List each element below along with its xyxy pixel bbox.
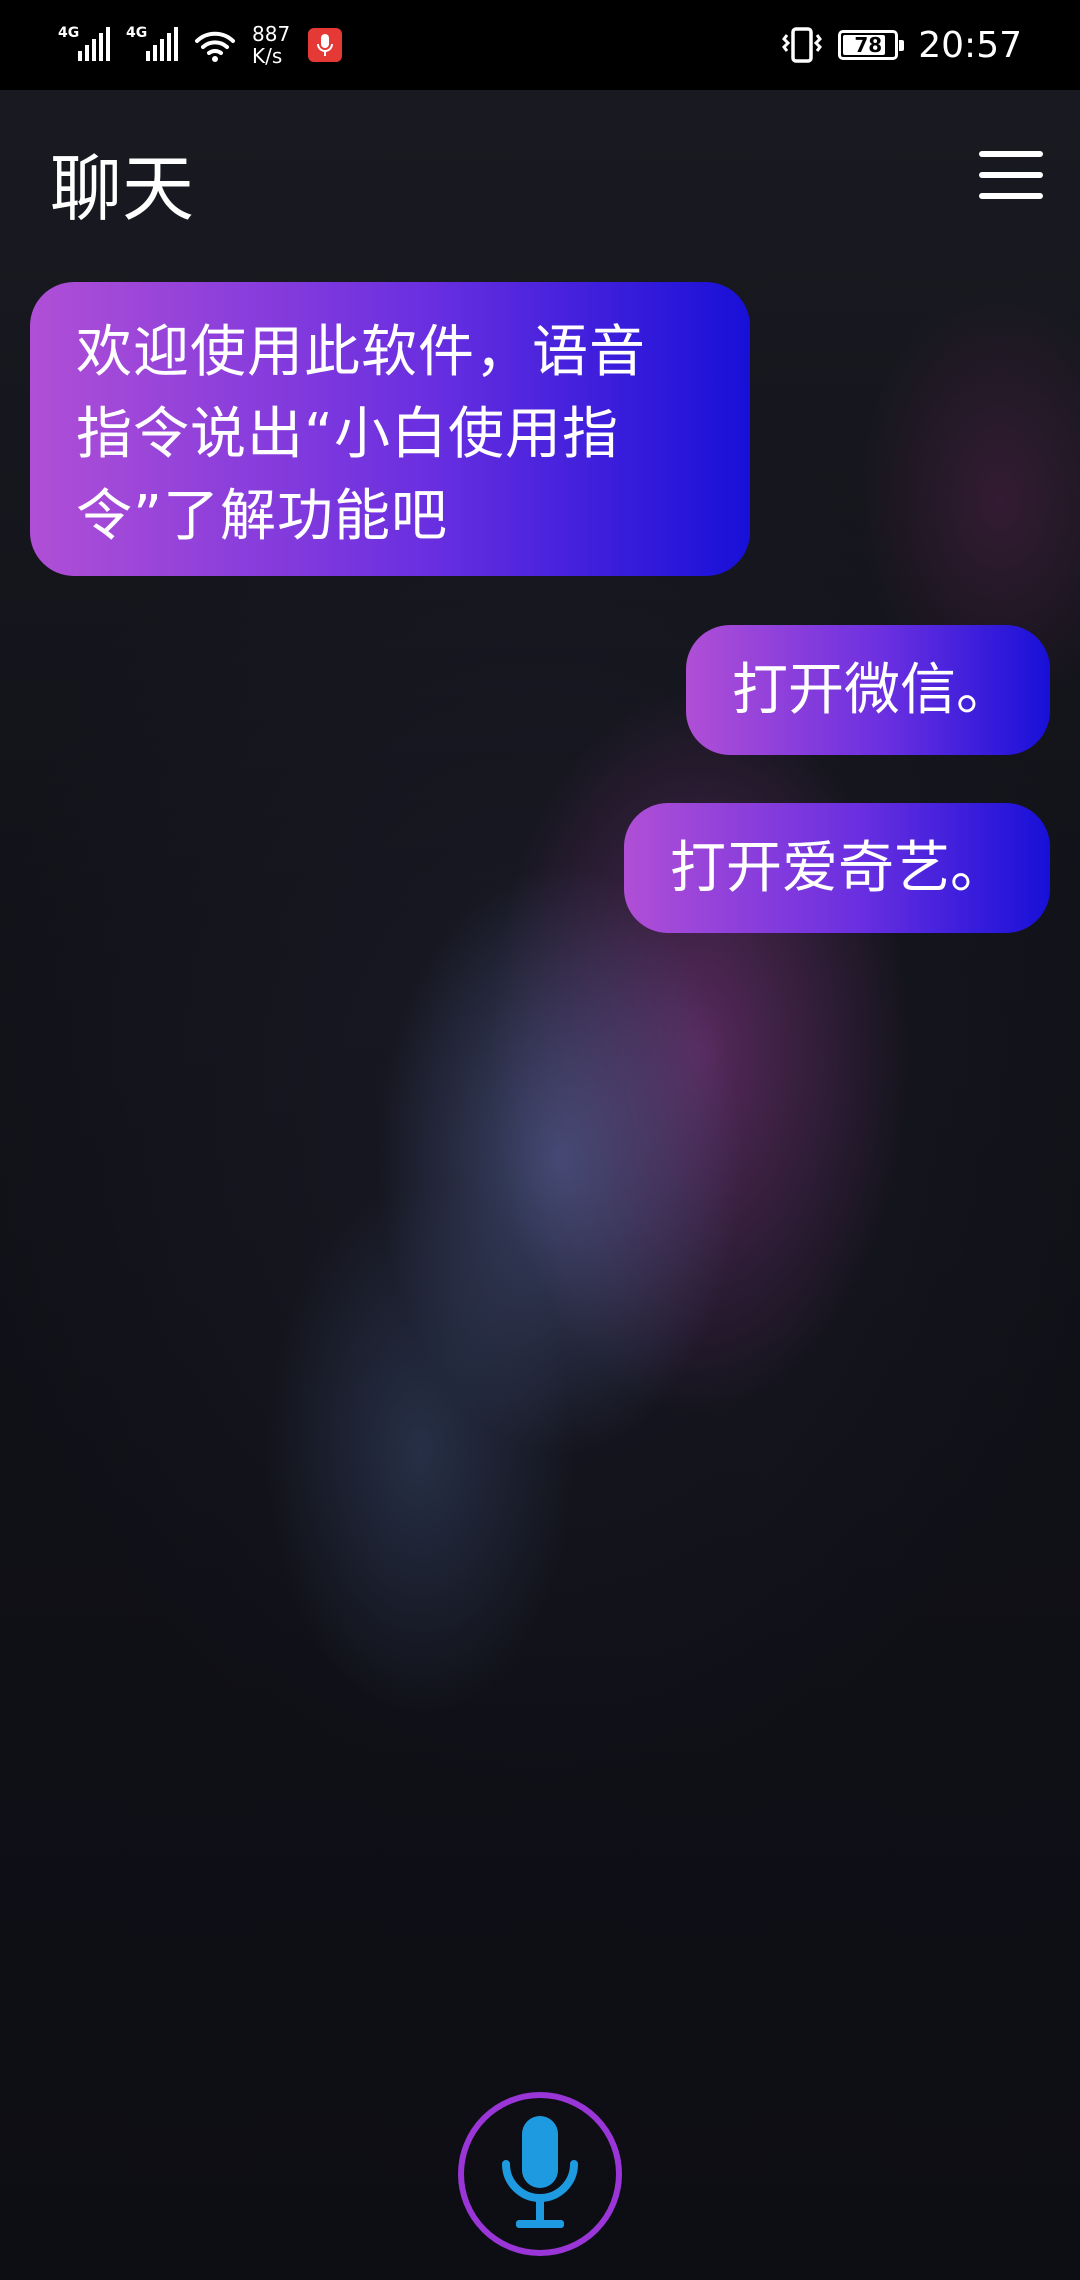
page-title: 聊天 (50, 147, 195, 231)
microphone-icon (502, 2116, 578, 2228)
mic-recording-icon (308, 28, 343, 62)
status-bar: 4G 4G 887 K/s 78 20:57 (0, 0, 1080, 90)
message-text-line: 令”了解功能吧 (76, 484, 449, 549)
user-message-bubble: 打开微信。 (686, 625, 1050, 755)
signal-icon: 4G (126, 25, 184, 65)
message-text-line: 指令说出“小白使用指 (76, 402, 620, 467)
message-text: 打开爱奇艺。 (670, 836, 1006, 901)
battery-level: 78 (854, 33, 883, 57)
status-right: 78 20:57 (780, 22, 1022, 68)
network-speed-unit: K/s (252, 44, 283, 68)
message-text: 打开微信。 (732, 658, 1012, 723)
assistant-message-bubble: 欢迎使用此软件，语音 指令说出“小白使用指 令”了解功能吧 (30, 282, 750, 576)
network-speed-value: 887 (252, 22, 291, 46)
wifi-icon (195, 31, 235, 62)
network-speed: 887 K/s (252, 23, 290, 67)
vibrate-icon (782, 27, 823, 63)
user-message-bubble: 打开爱奇艺。 (624, 803, 1050, 933)
status-time: 20:57 (918, 24, 1022, 66)
message-text-line: 欢迎使用此软件，语音 (76, 320, 646, 385)
signal-icon: 4G (58, 25, 116, 65)
status-left: 4G 4G 887 K/s (58, 20, 343, 70)
battery-icon: 78 (838, 30, 905, 60)
voice-input-button[interactable] (458, 2092, 622, 2256)
signal-type-label: 4G (58, 25, 80, 41)
signal-type-label: 4G (126, 25, 148, 41)
chat-screen: 4G 4G 887 K/s 78 20:57 聊天 欢迎使用此软件，语音 指令说… (0, 0, 1080, 2280)
hamburger-menu-icon[interactable] (975, 145, 1045, 205)
